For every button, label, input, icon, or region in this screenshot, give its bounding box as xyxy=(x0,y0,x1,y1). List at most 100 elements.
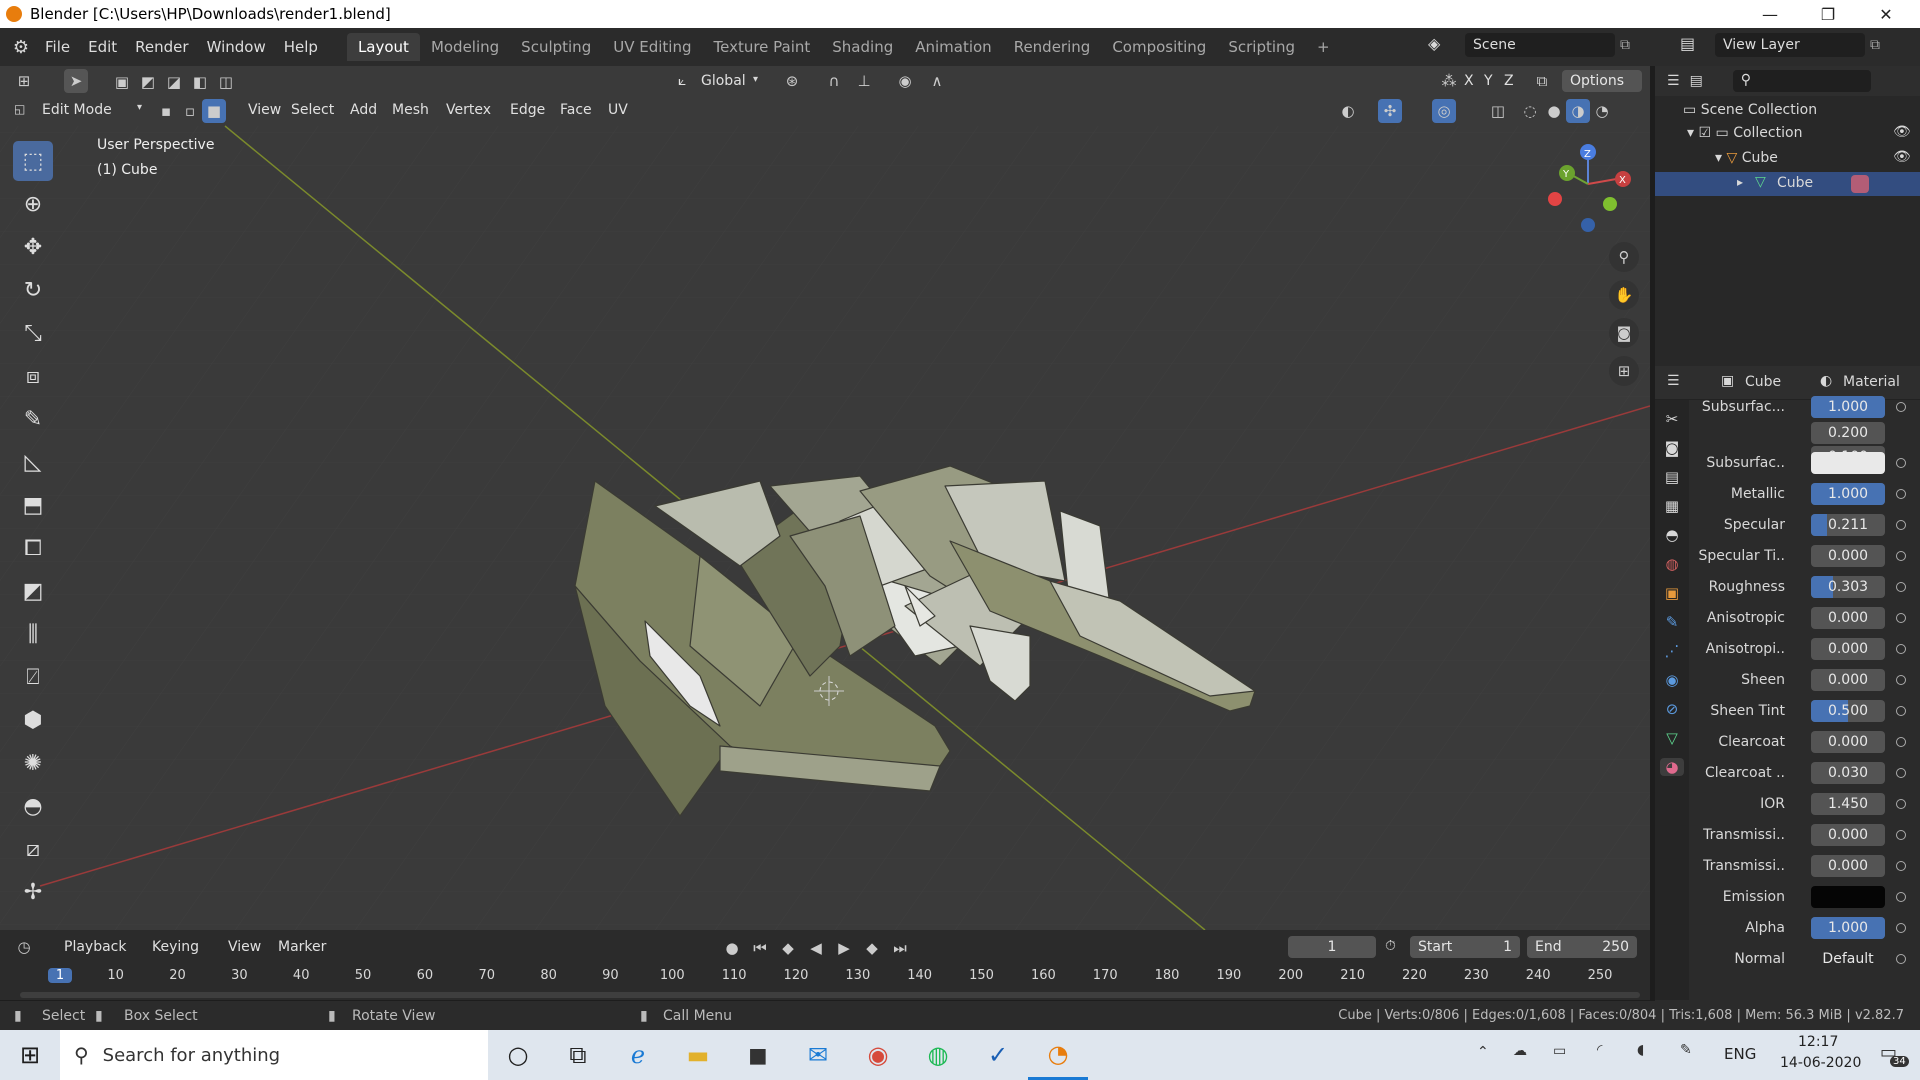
taskbar-search-box[interactable]: ⚲ Search for anything xyxy=(60,1030,488,1080)
end-frame-field[interactable]: End 250 xyxy=(1527,936,1637,958)
outliner-scene-collection[interactable]: ▭ Scene Collection xyxy=(1683,102,1817,118)
snap-target-icon[interactable]: ⊥ xyxy=(852,69,876,93)
blender-taskbar-icon[interactable]: ◔ xyxy=(1028,1030,1088,1080)
property-value-field[interactable]: 0.500 xyxy=(1811,700,1885,722)
edge-slide-tool-icon[interactable]: ⧄ xyxy=(13,829,53,869)
topology-mirror-icon[interactable]: ⧉ xyxy=(1530,69,1554,93)
timeline-ruler[interactable]: 1 10 20 30 40 50 60 70 80 90 100 110 120 130 140 150 160… xyxy=(0,964,1650,990)
property-value-field[interactable]: 0.000 xyxy=(1811,607,1885,629)
camera-view-icon[interactable]: ◙ xyxy=(1609,318,1639,348)
node-link-icon[interactable] xyxy=(1896,489,1906,499)
rendered-shading-icon[interactable]: ◔ xyxy=(1590,99,1614,123)
transform-tool-icon[interactable]: ⧈ xyxy=(13,356,53,396)
scene-browse-icon[interactable]: ◈ xyxy=(1428,34,1440,53)
property-value-field[interactable]: 1.450 xyxy=(1811,793,1885,815)
axis-lock-y[interactable]: Y xyxy=(1480,70,1497,92)
outliner-editor-icon[interactable]: ☰ xyxy=(1667,73,1680,89)
property-value-field[interactable]: 0.030 xyxy=(1811,762,1885,784)
menu-mesh[interactable]: Mesh xyxy=(384,99,437,121)
select-box-tool-icon[interactable]: ⬚ xyxy=(13,141,53,181)
task-view-icon[interactable]: ⧉ xyxy=(548,1030,608,1080)
clock-date[interactable]: 14-06-2020 xyxy=(1780,1055,1861,1071)
material-icon[interactable] xyxy=(1851,175,1869,193)
onedrive-icon[interactable]: ☁ xyxy=(1513,1043,1527,1059)
scale-tool-icon[interactable]: ⤡ xyxy=(13,313,53,353)
select-extend-icon[interactable]: ◩ xyxy=(136,70,160,94)
cursor-tool-icon[interactable]: ⊕ xyxy=(13,184,53,224)
spin-tool-icon[interactable]: ✺ xyxy=(13,743,53,783)
solid-shading-icon[interactable]: ● xyxy=(1542,99,1566,123)
property-value-field[interactable]: 1.000 xyxy=(1811,483,1885,505)
mirror-icon[interactable]: ⁂ xyxy=(1437,69,1461,93)
mode-dropdown[interactable]: Edit Mode xyxy=(34,99,120,121)
select-mode-group[interactable]: ▣ ◩ ◪ ◧ ◫ xyxy=(110,70,238,94)
whiteboard-icon[interactable]: ✓ xyxy=(968,1030,1028,1080)
windows-start-icon[interactable]: ⊞ xyxy=(0,1030,60,1080)
node-link-icon[interactable] xyxy=(1896,737,1906,747)
tab-rendering[interactable]: Rendering xyxy=(1003,33,1102,61)
node-link-icon[interactable] xyxy=(1896,644,1906,654)
menu-keying[interactable]: Keying xyxy=(144,936,207,958)
current-frame-field[interactable]: 1 xyxy=(1288,936,1376,958)
new-view-layer-icon[interactable]: ⧉ xyxy=(1870,37,1880,53)
rotate-tool-icon[interactable]: ↻ xyxy=(13,270,53,310)
start-frame-field[interactable]: Start 1 xyxy=(1410,936,1520,958)
select-new-icon[interactable]: ▣ xyxy=(110,70,134,94)
chevron-down-icon[interactable]: ▾ xyxy=(753,74,758,85)
move-tool-icon[interactable]: ✥ xyxy=(13,227,53,267)
input-language[interactable]: ENG xyxy=(1724,1045,1756,1063)
node-link-icon[interactable] xyxy=(1896,675,1906,685)
annotate-tool-icon[interactable]: ✎ xyxy=(13,399,53,439)
menu-select[interactable]: Select xyxy=(283,99,342,121)
property-value-field[interactable]: 0.000 xyxy=(1811,669,1885,691)
property-value-field[interactable]: 0.000 xyxy=(1811,545,1885,567)
menu-marker[interactable]: Marker xyxy=(270,936,334,958)
visibility-eye-icon[interactable]: 👁 xyxy=(1893,149,1911,165)
chevron-down-icon[interactable]: ▾ xyxy=(1715,150,1726,166)
overlays-icon[interactable]: ◎ xyxy=(1432,99,1456,123)
node-link-icon[interactable] xyxy=(1896,402,1906,412)
pen-icon[interactable]: ✎ xyxy=(1680,1042,1692,1058)
outliner-search-input[interactable]: ⚲ xyxy=(1732,70,1871,92)
edge-browser-icon[interactable]: ℯ xyxy=(608,1030,668,1080)
proportional-edit-icon[interactable]: ◉ xyxy=(893,69,917,93)
blender-menu-icon[interactable]: ⚙ xyxy=(6,37,36,58)
property-value-field[interactable]: 0.303 xyxy=(1811,576,1885,598)
face-select-icon[interactable]: ■ xyxy=(202,99,226,123)
tool-select-icon[interactable]: ➤ xyxy=(64,69,88,93)
measure-tool-icon[interactable]: ◺ xyxy=(13,442,53,482)
viewport-scene[interactable]: Z X Y xyxy=(0,66,1650,930)
menu-playback[interactable]: Playback xyxy=(56,936,134,958)
material-shading-icon[interactable]: ◑ xyxy=(1566,99,1590,123)
3d-viewport[interactable]: Z X Y ⊞ ➤ ▣ ◩ ◪ ◧ ◫ ⟀ Global ▾ ⊛ ∩ ⊥ ◉ ∧… xyxy=(0,66,1650,930)
tab-texture-paint[interactable]: Texture Paint xyxy=(702,33,821,61)
vertex-select-icon[interactable]: ▪ xyxy=(154,99,178,123)
play-icon[interactable]: ▶ xyxy=(832,936,856,960)
property-value-field[interactable]: 0.200 xyxy=(1811,422,1885,444)
jump-start-icon[interactable]: ⏮ xyxy=(748,936,772,960)
xray-icon[interactable]: ◫ xyxy=(1486,99,1510,123)
checkbox-icon[interactable]: ☑ xyxy=(1698,125,1715,141)
menu-face[interactable]: Face xyxy=(552,99,600,121)
orientation-icon[interactable]: ⟀ xyxy=(670,70,694,92)
loop-cut-tool-icon[interactable]: ⫼ xyxy=(13,614,53,654)
property-value-field[interactable]: 0.000 xyxy=(1811,855,1885,877)
edge-select-icon[interactable]: ▫ xyxy=(178,99,202,123)
chevron-right-icon[interactable]: ▸ xyxy=(1737,175,1743,189)
pan-hand-icon[interactable]: ✋ xyxy=(1609,280,1639,310)
visibility-icon[interactable]: ◐ xyxy=(1336,99,1360,123)
menu-view[interactable]: View xyxy=(240,99,289,121)
tray-chevron-up-icon[interactable]: ⌃ xyxy=(1477,1044,1489,1060)
menu-add[interactable]: Add xyxy=(342,99,385,121)
perspective-toggle-icon[interactable]: ⊞ xyxy=(1609,356,1639,386)
tab-compositing[interactable]: Compositing xyxy=(1101,33,1217,61)
tab-shading[interactable]: Shading xyxy=(821,33,904,61)
node-link-icon[interactable] xyxy=(1896,582,1906,592)
playhead-frame[interactable]: 1 xyxy=(48,968,72,983)
properties-editor-icon[interactable]: ☰ xyxy=(1667,373,1680,389)
maximize-button[interactable]: ❐ xyxy=(1800,0,1856,28)
volume-icon[interactable]: ◖ xyxy=(1637,1042,1644,1058)
node-link-icon[interactable] xyxy=(1896,768,1906,778)
preview-range-icon[interactable]: ⏱ xyxy=(1385,938,1396,954)
menu-help[interactable]: Help xyxy=(275,38,327,56)
